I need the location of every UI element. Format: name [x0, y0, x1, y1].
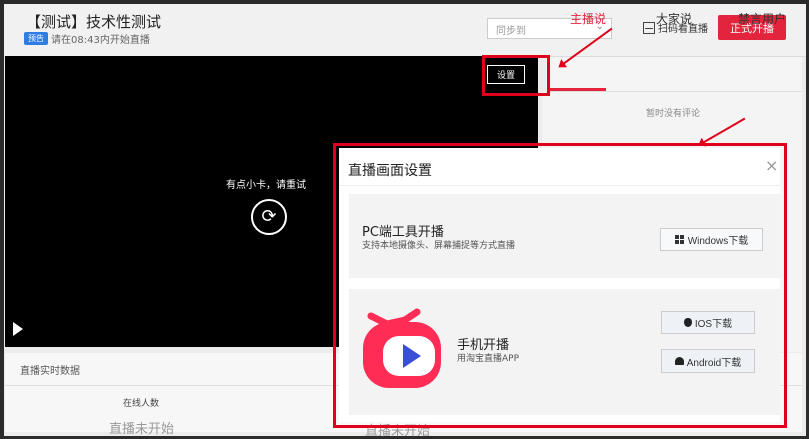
close-icon[interactable]: × — [765, 158, 778, 174]
preview-badge: 预告 — [24, 32, 48, 45]
comment-tabs — [546, 57, 802, 92]
empty-comments-text: 暂时没有评论 — [646, 109, 701, 119]
sync-select-value: 同步到 — [496, 26, 526, 37]
tab-anchor-says[interactable]: 主播说 — [570, 10, 606, 27]
android-icon — [674, 357, 684, 365]
windows-icon — [674, 235, 684, 244]
android-download-button[interactable]: Android下载 — [661, 349, 755, 373]
windows-download-button[interactable]: Windows下载 — [660, 228, 763, 251]
stats-title: 直播实时数据 — [20, 366, 80, 377]
tab-everyone-says[interactable]: 大家说 — [656, 10, 692, 27]
dialog-title: 直播画面设置 — [348, 163, 432, 179]
ios-download-label: IOS下载 — [694, 319, 733, 330]
ios-download-button[interactable]: IOS下载 — [661, 311, 755, 334]
online-count-value: 直播未开始 — [109, 422, 175, 437]
reload-icon[interactable]: ⟳ — [251, 199, 287, 235]
play-icon[interactable] — [13, 322, 23, 336]
highlight-settings — [482, 55, 550, 96]
page-title: 【测试】技术性测试 — [26, 13, 162, 31]
active-tab-indicator — [549, 88, 606, 91]
apple-icon — [683, 318, 692, 327]
divider — [339, 185, 780, 186]
android-download-label: Android下载 — [686, 357, 742, 369]
windows-download-label: Windows下载 — [687, 236, 749, 247]
taobao-live-app-icon — [363, 308, 441, 388]
tab-muted-users[interactable]: 禁言用户 — [738, 10, 786, 27]
stall-message: 有点小卡，请重试 — [226, 180, 306, 191]
pc-streaming-desc: 支持本地摄像头、屏幕捕捉等方式直播 — [362, 241, 516, 251]
mobile-streaming-desc: 用淘宝直播APP — [457, 354, 520, 364]
countdown-text: 请在08:43内开始直播 — [51, 35, 150, 46]
online-count-label: 在线人数 — [123, 399, 160, 409]
scan-icon — [643, 21, 655, 34]
